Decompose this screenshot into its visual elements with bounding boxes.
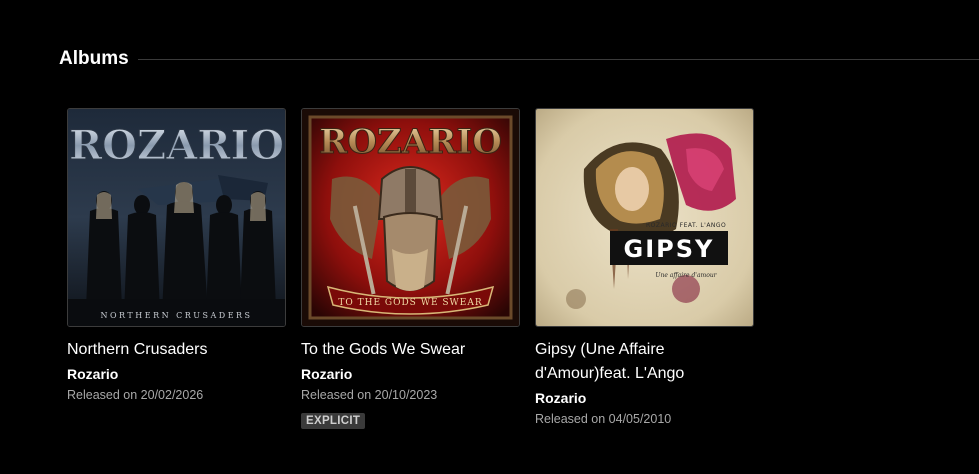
album-card-to-the-gods-we-swear[interactable]: ROZARIO TO THE GODS WE SWEAR To the Gods… (301, 108, 520, 429)
album-cover-art: ROZARIO FEAT. L'ANGO GIPSY Une affaire d… (536, 109, 753, 326)
explicit-badge: EXPLICIT (301, 413, 366, 429)
album-title[interactable]: Gipsy (Une Affaire d'Amour)feat. L'Ango (535, 338, 754, 386)
section-divider (137, 58, 979, 60)
album-cover-art: ROZARIO NORTHERN CRUSADERS (68, 109, 285, 326)
album-release-date: Released on 20/10/2023 (301, 388, 438, 402)
album-title[interactable]: To the Gods We Swear (301, 338, 520, 362)
album-cover-to-the-gods-we-swear[interactable]: ROZARIO TO THE GODS WE SWEAR (301, 108, 520, 327)
cover-subtitle-text: TO THE GODS WE SWEAR (338, 298, 482, 308)
cover-band-text: ROZARIO (319, 122, 502, 162)
section-title: Albums (59, 48, 129, 69)
album-artist-link[interactable]: Rozario (301, 364, 520, 384)
cover-band-text: ROZARIO FEAT. L'ANGO (646, 222, 726, 229)
cover-title-text: GIPSY (624, 235, 715, 263)
album-title[interactable]: Northern Crusaders (67, 338, 286, 362)
album-artist-link[interactable]: Rozario (535, 388, 754, 408)
album-cover-art: ROZARIO TO THE GODS WE SWEAR (302, 109, 519, 326)
album-artist-link[interactable]: Rozario (67, 364, 286, 384)
album-cover-gipsy[interactable]: ROZARIO FEAT. L'ANGO GIPSY Une affaire d… (535, 108, 754, 327)
album-card-gipsy[interactable]: ROZARIO FEAT. L'ANGO GIPSY Une affaire d… (535, 108, 754, 428)
cover-band-text: ROZARIO (69, 122, 284, 169)
cover-subtitle-text: NORTHERN CRUSADERS (100, 311, 252, 320)
albums-page: Albums ROZARIO NORTHERN CRUSADERS Northe… (0, 0, 979, 474)
album-release-date: Released on 20/02/2026 (67, 388, 204, 402)
album-card-northern-crusaders[interactable]: ROZARIO NORTHERN CRUSADERS Northern Crus… (67, 108, 286, 404)
album-release-date: Released on 04/05/2010 (535, 412, 672, 426)
cover-subtitle-text: Une affaire d'amour (655, 272, 717, 279)
albums-section-header: Albums (59, 46, 979, 72)
album-cover-northern-crusaders[interactable]: ROZARIO NORTHERN CRUSADERS (67, 108, 286, 327)
